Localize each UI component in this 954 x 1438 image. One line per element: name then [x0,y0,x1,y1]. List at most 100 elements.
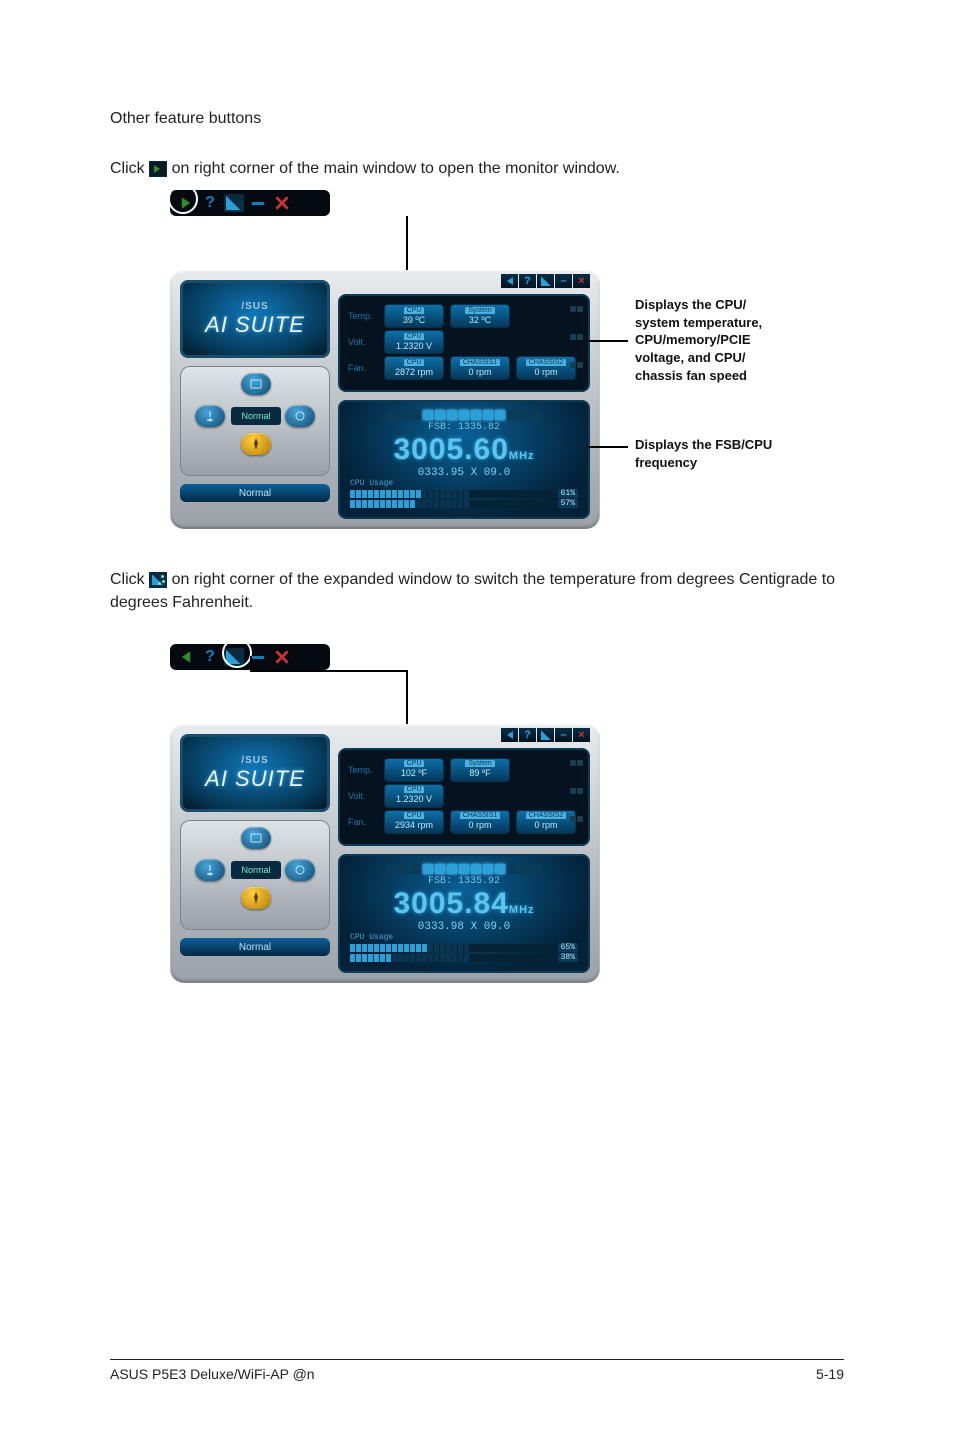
ai-suite-panel-1: ? – × /SUS AI SUITE Normal [170,270,600,529]
suite-title: AI SUITE [205,766,305,792]
temp-unit-icon[interactable] [224,194,244,212]
chip-label: System [465,760,494,767]
close-icon[interactable] [272,194,292,212]
paragraph-1: Click on right corner of the main window… [110,158,844,180]
usage-pct-1: 65% [558,943,578,952]
temp-unit-icon[interactable] [224,648,244,666]
usage-bar-2: 57% [350,499,578,508]
collapse-left-icon[interactable] [176,648,196,666]
suite-title: AI SUITE [205,312,305,338]
usage-bar-1: 65% [350,943,578,952]
chip-value: 2872 rpm [395,366,433,379]
row-volt-label: Volt. [348,337,378,347]
brand-label: /SUS [241,301,268,312]
help-icon[interactable]: ? [200,648,220,666]
logo-box: /SUS AI SUITE [180,734,330,812]
ai-suite-panel-2: ? – × /SUS AI SUITE Normal [170,724,600,983]
chip-label: CHASSIS1 [460,812,501,819]
panel-close-icon[interactable]: × [573,728,590,742]
chip-value: 2934 rpm [395,819,433,832]
help-label: ? [205,648,215,666]
connector-line-v2 [250,656,252,672]
control-pad: Normal [180,820,330,930]
panel-help-icon[interactable]: ? [519,728,536,742]
freq-number: 3005.60 [393,433,508,466]
panel-back-icon[interactable] [501,728,518,742]
pad-left-button[interactable] [195,859,225,881]
usage-pct-2: 38% [558,953,578,962]
close-icon[interactable] [272,648,292,666]
connector-line-h [250,670,406,672]
panel-close-icon[interactable]: × [573,274,590,288]
para2-pre: Click [110,571,149,588]
scroll-left-icon[interactable] [570,362,576,368]
row-fan-label: Fan. [348,817,378,827]
panel-help-icon[interactable]: ? [519,274,536,288]
monitor-box: Temp. CPU102 ºF System89 ºF Volt. CPU1.2… [338,748,590,846]
panel-topbar: ? – × [501,274,590,288]
chip-label: CPU [404,760,425,767]
chip-label: CPU [404,786,425,793]
usage-label: CPU Usage [350,479,578,488]
fan-cpu-chip: CPU2934 rpm [384,810,444,834]
row-volt-label: Volt. [348,791,378,801]
chip-label: CPU [404,333,425,340]
panel-minimize-icon[interactable]: – [555,274,572,288]
cpu-freq-value: 3005.84MHz [350,887,578,921]
monitor-box: Temp. CPU39 ºC System32 ºC Volt. CPU1.23… [338,294,590,392]
pad-bottom-button[interactable] [241,887,271,909]
expand-right-icon[interactable] [176,194,196,212]
panel-temp-unit-icon[interactable] [537,728,554,742]
pad-top-button[interactable] [241,373,271,395]
scroll-left-icon[interactable] [570,760,576,766]
scroll-left-icon[interactable] [570,334,576,340]
chip-value: 1.2320 V [396,793,432,806]
pad-top-button[interactable] [241,827,271,849]
fan-ch2-chip: CHASSIS20 rpm [516,356,576,380]
expand-icon [149,161,167,177]
pad-center-label: Normal [231,407,281,425]
panel-back-icon[interactable] [501,274,518,288]
scroll-right-icon[interactable] [577,788,583,794]
chip-value: 102 ºF [401,767,427,780]
chip-label: CPU [404,307,425,314]
scroll-right-icon[interactable] [577,760,583,766]
chip-value: 1.2320 V [396,340,432,353]
scroll-right-icon[interactable] [577,306,583,312]
panel-minimize-icon[interactable]: – [555,728,572,742]
figure-1: ? ? – × /SUS AI SUITE [170,190,844,529]
figure-2: ? ? – × /SUS AI SUITE [170,644,844,983]
help-icon[interactable]: ? [200,194,220,212]
fan-ch2-chip: CHASSIS20 rpm [516,810,576,834]
temp-sys-chip: System89 ºF [450,758,510,782]
callout-frequency: Displays the FSB/CPU frequency [635,436,772,471]
chip-value: 0 rpm [468,819,491,832]
page-footer: ASUS P5E3 Deluxe/WiFi-AP @n 5-19 [110,1359,844,1382]
fan-cpu-chip: CPU2872 rpm [384,356,444,380]
pad-left-button[interactable] [195,405,225,427]
usage-label: CPU Usage [350,933,578,942]
volt-cpu-chip: CPU1.2320 V [384,784,444,808]
scroll-left-icon[interactable] [570,816,576,822]
callout-monitor: Displays the CPU/ system temperature, CP… [635,296,762,384]
pad-bottom-button[interactable] [241,433,271,455]
frequency-box: FSB: 1335.92 3005.84MHz 0333.98 X 09.0 C… [338,854,590,973]
chip-value: 89 ºF [469,767,490,780]
chip-label: System [465,307,494,314]
pad-right-button[interactable] [285,859,315,881]
scroll-right-icon[interactable] [577,362,583,368]
panel-temp-unit-icon[interactable] [537,274,554,288]
usage-pct-1: 61% [558,489,578,498]
scroll-right-icon[interactable] [577,816,583,822]
scroll-left-icon[interactable] [570,788,576,794]
minimize-icon[interactable] [248,194,268,212]
status-pill: Normal [180,484,330,502]
pad-right-button[interactable] [285,405,315,427]
paragraph-2: Click on right corner of the expanded wi… [110,569,844,614]
scroll-left-icon[interactable] [570,306,576,312]
scroll-right-icon[interactable] [577,334,583,340]
chip-label: CPU [404,812,425,819]
logo-box: /SUS AI SUITE [180,280,330,358]
temp-unit-icon [149,572,167,588]
status-pill: Normal [180,938,330,956]
